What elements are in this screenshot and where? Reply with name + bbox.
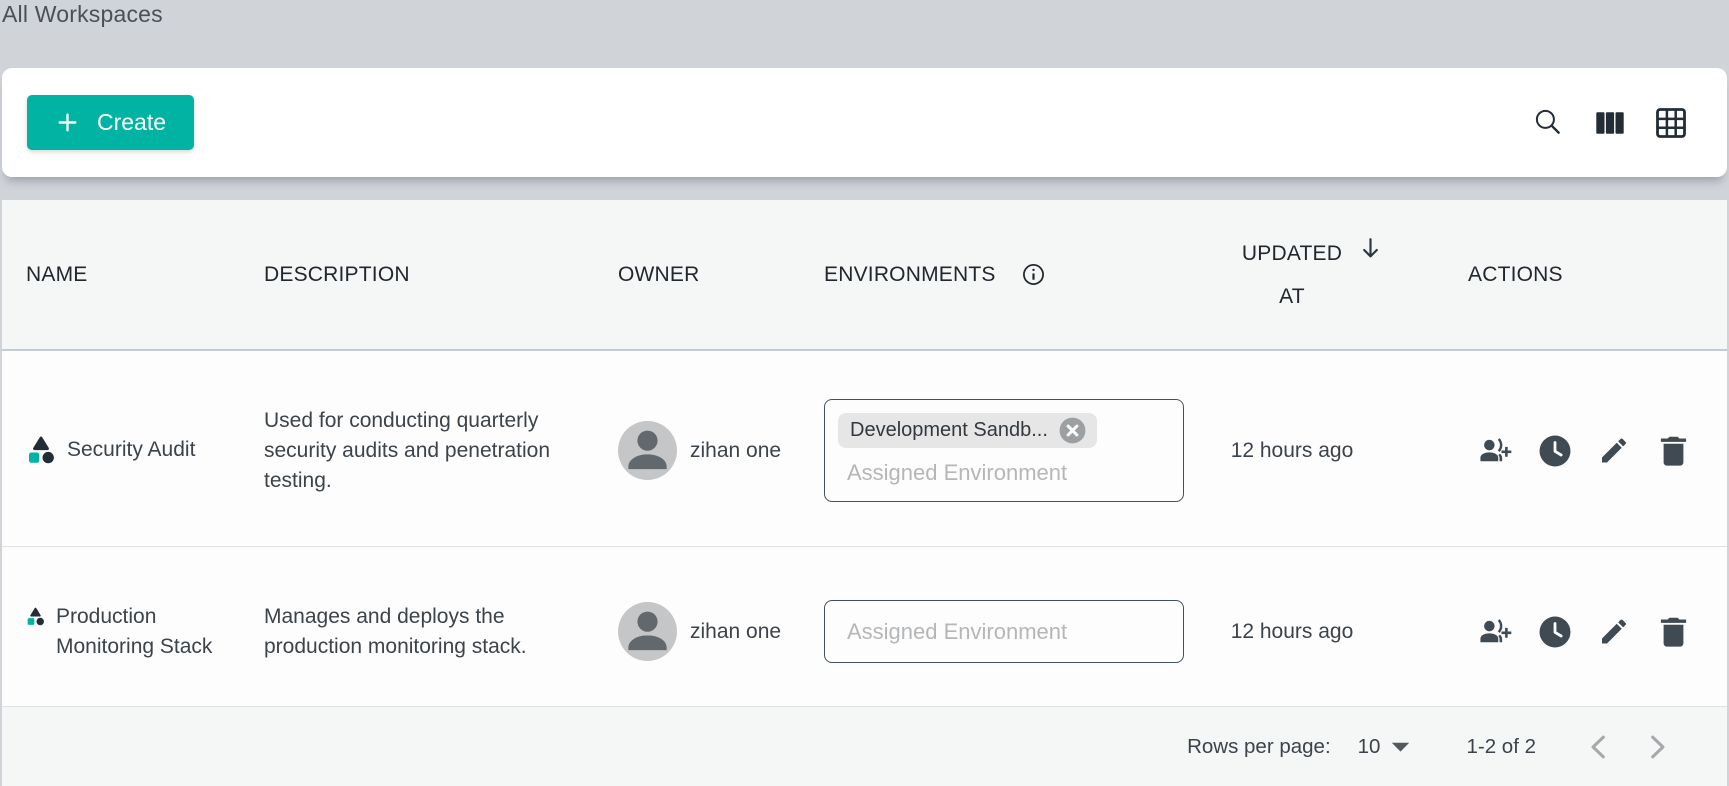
chevron-left-icon xyxy=(1582,731,1614,763)
owner-name: zihan one xyxy=(690,439,781,463)
actions-cell xyxy=(1412,351,1727,546)
column-header-name[interactable]: NAME xyxy=(2,200,240,349)
workspace-category-icon xyxy=(25,606,46,627)
workspaces-table: NAME DESCRIPTION OWNER ENVIRONMENTS UPDA… xyxy=(2,200,1727,786)
environment-select[interactable]: Development Sandb... Assigned Environmen… xyxy=(824,399,1184,502)
environment-placeholder[interactable]: Assigned Environment xyxy=(838,455,1170,491)
delete-button[interactable] xyxy=(1657,616,1689,648)
table-row: Security Audit Used for conducting quart… xyxy=(2,351,1727,547)
environment-placeholder[interactable]: Assigned Environment xyxy=(838,614,1067,650)
previous-page-button[interactable] xyxy=(1578,727,1618,767)
description-cell: Used for conducting quarterly security a… xyxy=(240,351,594,546)
column-view-button[interactable] xyxy=(1590,103,1630,143)
column-header-owner[interactable]: OWNER xyxy=(594,200,800,349)
chevron-right-icon xyxy=(1642,731,1674,763)
column-header-description[interactable]: DESCRIPTION xyxy=(240,200,594,349)
owner-cell: zihan one xyxy=(594,547,800,706)
updated-at-header-text: UPDATED AT xyxy=(1242,242,1342,308)
updated-at-header-label: UPDATED AT xyxy=(1236,232,1348,318)
table-row: Production Monitoring Stack Manages and … xyxy=(2,547,1727,707)
add-user-button[interactable] xyxy=(1480,616,1512,648)
create-button-label: Create xyxy=(97,109,166,136)
info-icon[interactable] xyxy=(1021,262,1046,287)
add-user-button[interactable] xyxy=(1480,435,1512,467)
grid-icon xyxy=(1656,108,1686,138)
owner-name: zihan one xyxy=(690,620,781,644)
table-pagination: Rows per page: 10 1-2 of 2 xyxy=(2,707,1727,786)
environment-select[interactable]: Assigned Environment xyxy=(824,600,1184,663)
create-button[interactable]: Create xyxy=(27,95,194,150)
column-header-actions: ACTIONS xyxy=(1412,200,1727,349)
owner-cell: zihan one xyxy=(594,351,800,546)
owner-avatar xyxy=(618,602,677,661)
name-cell: Production Monitoring Stack xyxy=(2,547,240,706)
delete-button[interactable] xyxy=(1657,435,1689,467)
pagination-range: 1-2 of 2 xyxy=(1466,735,1536,759)
search-button[interactable] xyxy=(1529,103,1569,143)
plus-icon xyxy=(55,110,80,135)
environments-header-label: ENVIRONMENTS xyxy=(824,263,996,287)
updated-at-value: 12 hours ago xyxy=(1231,620,1354,644)
owner-avatar xyxy=(618,421,677,480)
updated-at-value: 12 hours ago xyxy=(1231,439,1354,463)
history-button[interactable] xyxy=(1539,616,1571,648)
name-cell: Security Audit xyxy=(2,351,240,546)
updated-at-cell: 12 hours ago xyxy=(1172,351,1412,546)
environments-cell: Development Sandb... Assigned Environmen… xyxy=(800,351,1172,546)
edit-button[interactable] xyxy=(1598,435,1630,467)
search-icon xyxy=(1535,109,1563,137)
environment-chip: Development Sandb... xyxy=(838,413,1097,448)
toolbar-icons xyxy=(1529,103,1691,143)
select-caret-icon xyxy=(1391,741,1410,753)
edit-button[interactable] xyxy=(1598,616,1630,648)
rows-per-page-label: Rows per page: xyxy=(1187,735,1331,759)
table-header-row: NAME DESCRIPTION OWNER ENVIRONMENTS UPDA… xyxy=(2,200,1727,351)
workspace-description: Manages and deploys the production monit… xyxy=(264,602,556,662)
history-button[interactable] xyxy=(1539,435,1571,467)
sort-desc-arrow-icon[interactable] xyxy=(1357,234,1384,262)
updated-at-cell: 12 hours ago xyxy=(1172,547,1412,706)
environments-cell: Assigned Environment xyxy=(800,547,1172,706)
view-column-icon xyxy=(1596,112,1624,134)
toolbar: Create xyxy=(2,68,1727,177)
page-title: All Workspaces xyxy=(2,1,163,28)
rows-per-page-select[interactable]: 10 xyxy=(1358,735,1411,759)
workspace-category-icon xyxy=(25,434,57,466)
rows-per-page-value: 10 xyxy=(1358,735,1381,759)
column-header-environments[interactable]: ENVIRONMENTS xyxy=(800,200,1172,349)
workspace-name: Security Audit xyxy=(67,435,195,465)
next-page-button[interactable] xyxy=(1638,727,1678,767)
description-cell: Manages and deploys the production monit… xyxy=(240,547,594,706)
grid-view-button[interactable] xyxy=(1651,103,1691,143)
actions-cell xyxy=(1412,547,1727,706)
column-header-updated-at[interactable]: UPDATED AT xyxy=(1172,200,1412,349)
workspace-name: Production Monitoring Stack xyxy=(56,602,216,662)
environment-chip-label: Development Sandb... xyxy=(850,419,1048,442)
chip-remove-icon[interactable] xyxy=(1057,415,1088,446)
workspace-description: Used for conducting quarterly security a… xyxy=(264,406,556,496)
